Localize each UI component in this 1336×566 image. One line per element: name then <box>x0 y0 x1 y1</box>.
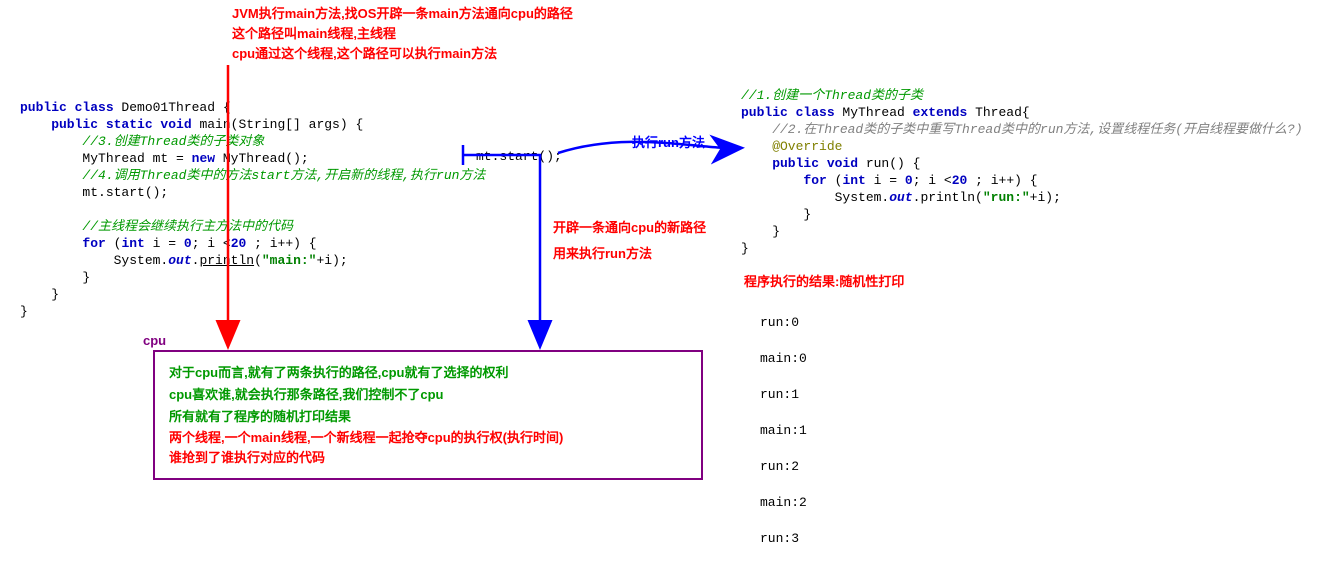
output-line: run:0 <box>760 314 807 332</box>
left-code-block: public class Demo01Thread { public stati… <box>20 82 485 320</box>
output-line: run:2 <box>760 458 807 476</box>
code: } <box>20 270 90 285</box>
box-line: cpu喜欢谁,就会执行那条路径,我们控制不了cpu <box>169 384 687 406</box>
code: } <box>20 287 59 302</box>
code: ( <box>254 253 262 268</box>
kw: public class <box>20 100 121 115</box>
box-line: 谁抢到了谁执行对应的代码 <box>169 448 687 468</box>
box-line: 两个线程,一个main线程,一个新线程一起抢夺cpu的执行权(执行时间) <box>169 428 687 448</box>
kw: new <box>192 151 223 166</box>
output-line: run:3 <box>760 530 807 548</box>
code: } <box>741 224 780 239</box>
kw: public void <box>741 156 866 171</box>
code: System. <box>741 190 889 205</box>
num: 20 <box>952 173 975 188</box>
code: ; i < <box>192 236 231 251</box>
code: mt.start(); <box>20 185 168 200</box>
run-label: 执行run方法 <box>632 132 705 151</box>
output-line: run:1 <box>760 386 807 404</box>
result-output: run:0 main:0 run:1 main:1 run:2 main:2 r… <box>760 296 807 566</box>
code: run() { <box>866 156 921 171</box>
output-line: main:0 <box>760 350 807 368</box>
code: MyThread <box>842 105 912 120</box>
cpu-box: 对于cpu而言,就有了两条执行的路径,cpu就有了选择的权利 cpu喜欢谁,就会… <box>153 350 703 480</box>
code: MyThread mt = <box>20 151 192 166</box>
comment: //2.在Thread类的子类中重写Thread类中的run方法,设置线程任务(… <box>741 122 1303 137</box>
mid-call: mt.start(); <box>476 148 562 165</box>
static: out <box>168 253 191 268</box>
code: main(String[] args) { <box>199 117 363 132</box>
note-line: JVM执行main方法,找OS开辟一条main方法通向cpu的路径 <box>232 4 573 24</box>
num: 20 <box>231 236 254 251</box>
output-line: main:2 <box>760 494 807 512</box>
mid-red-notes: 开辟一条通向cpu的新路径 用来执行run方法 <box>553 218 706 264</box>
kw: int <box>121 236 152 251</box>
cpu-label: cpu <box>143 333 166 348</box>
top-red-notes: JVM执行main方法,找OS开辟一条main方法通向cpu的路径 这个路径叫m… <box>232 4 573 64</box>
box-line: 所有就有了程序的随机打印结果 <box>169 406 687 428</box>
note-line: 开辟一条通向cpu的新路径 <box>553 218 706 238</box>
note-line: cpu通过这个线程,这个路径可以执行main方法 <box>232 44 573 64</box>
kw: int <box>842 173 873 188</box>
code: } <box>20 304 28 319</box>
code: Demo01Thread { <box>121 100 230 115</box>
note-line: 这个路径叫main线程,主线程 <box>232 24 573 44</box>
result-title: 程序执行的结果:随机性打印 <box>744 272 904 292</box>
string: "run:" <box>983 190 1030 205</box>
kw: for <box>741 173 835 188</box>
code: +i); <box>316 253 347 268</box>
box-line: 对于cpu而言,就有了两条执行的路径,cpu就有了选择的权利 <box>169 362 687 384</box>
code: MyThread(); <box>223 151 309 166</box>
code: } <box>741 241 749 256</box>
num: 0 <box>184 236 192 251</box>
code: .println( <box>913 190 983 205</box>
call: println <box>199 253 254 268</box>
static: out <box>889 190 912 205</box>
code: i = <box>153 236 184 251</box>
comment: //主线程会继续执行主方法中的代码 <box>20 219 293 234</box>
code: ; i++) { <box>975 173 1037 188</box>
string: "main:" <box>262 253 317 268</box>
comment: //4.调用Thread类中的方法start方法,开启新的线程,执行run方法 <box>20 168 485 183</box>
num: 0 <box>905 173 913 188</box>
code: ; i++) { <box>254 236 316 251</box>
kw: public class <box>741 105 842 120</box>
code: Thread{ <box>975 105 1030 120</box>
kw: for <box>20 236 114 251</box>
code: System. <box>20 253 168 268</box>
output-line: main:1 <box>760 422 807 440</box>
code: i = <box>874 173 905 188</box>
right-code-block: //1.创建一个Thread类的子类 public class MyThread… <box>741 70 1303 257</box>
code: +i); <box>1030 190 1061 205</box>
note-line: 用来执行run方法 <box>553 244 706 264</box>
comment: //3.创建Thread类的子类对象 <box>20 134 264 149</box>
code: ; i < <box>913 173 952 188</box>
annotation: @Override <box>741 139 842 154</box>
code: } <box>741 207 811 222</box>
kw: public static void <box>20 117 199 132</box>
kw: extends <box>913 105 975 120</box>
comment: //1.创建一个Thread类的子类 <box>741 88 923 103</box>
